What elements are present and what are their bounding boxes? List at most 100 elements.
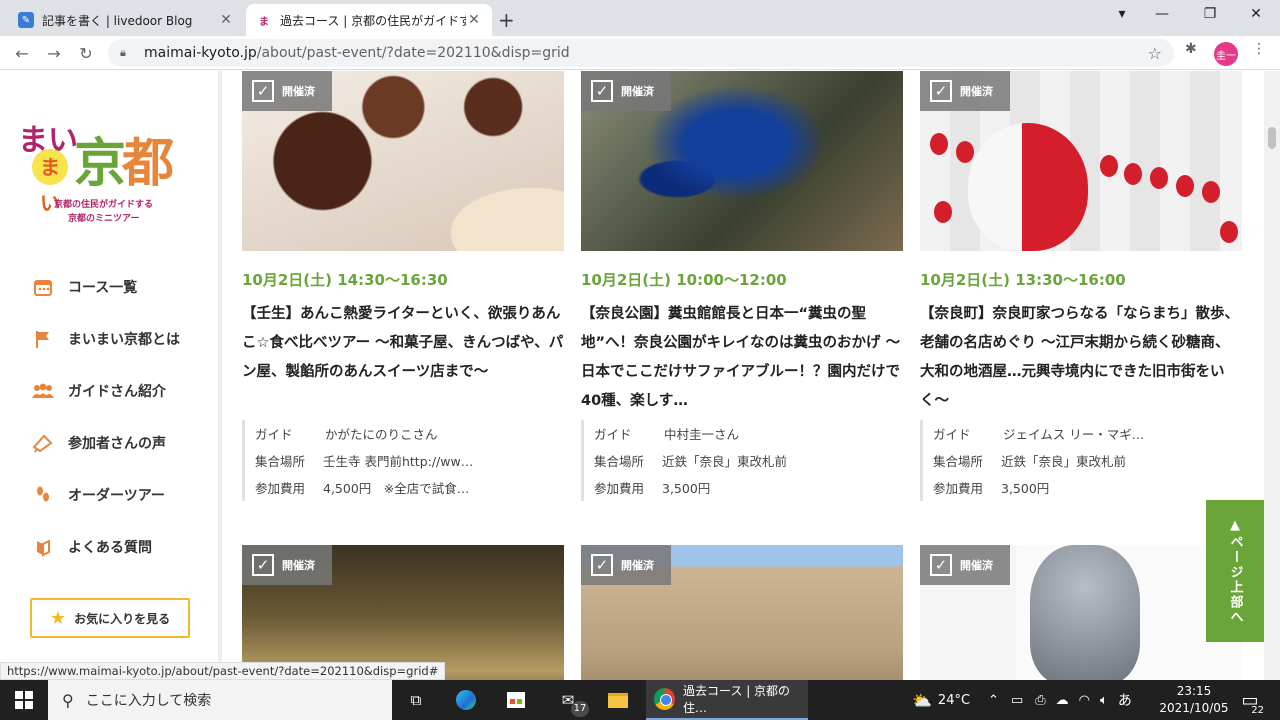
nav-label: オーダーツアー [68,488,165,504]
meta-label-fee: 参加費用 [255,481,306,496]
back-icon[interactable]: ← [10,41,34,65]
event-title[interactable]: 【奈良公園】糞虫館館長と日本一“糞虫の聖地”へ！奈良公園がキレイなのは糞虫のおか… [581,300,903,416]
page-top-button[interactable]: ▲ ページ上部へ [1206,500,1264,642]
event-guide: ジェイムス リー・マギ… [1003,427,1145,442]
site-logo[interactable]: まい まい 京都 京都の住民がガイドする 京都のミニツアー [18,115,203,235]
scrollbar-thumb[interactable] [1268,127,1276,149]
start-button[interactable] [0,680,48,720]
event-card[interactable]: ✓ 開催済 10月2日(土) 13:30〜16:00 【奈良町】奈良町家つらなる「… [920,71,1242,501]
blog-favicon-icon: ✎ [18,12,34,28]
volume-icon[interactable]: 🔈︎ [1100,693,1108,708]
ime-indicator[interactable]: あ [1118,690,1132,710]
event-card[interactable]: ✓ 開催済 [242,545,564,680]
tab-livedoor-blog[interactable]: ✎ 記事を書く | livedoor Blog ✕ [8,4,244,36]
event-photo-tunnel[interactable]: ✓ 開催済 [242,545,564,680]
held-badge: ✓ 開催済 [920,71,1010,111]
nav-label: コース一覧 [68,280,138,296]
bookmark-star-icon[interactable]: ☆ [1148,44,1162,63]
event-card[interactable]: ✓ 開催済 [581,545,903,680]
event-photo-statue[interactable]: ✓ 開催済 [920,545,1242,680]
page-top-label: ページ上部へ [1227,534,1243,625]
taskbar-chrome-window[interactable]: 過去コース | 京都の住… [646,680,808,720]
meta-label-guide: ガイド [255,427,293,442]
weather-icon[interactable]: ⛅ [912,691,932,710]
meta-label-fee: 参加費用 [594,481,645,496]
meta-label-guide: ガイド [594,427,632,442]
lantern-shape [956,141,974,163]
chrome-window-title: 過去コース | 京都の住… [682,684,791,715]
address-bar[interactable]: 🔒︎ maimai-kyoto.jp/about/past-event/?dat… [108,39,1174,67]
event-title[interactable]: 【奈良町】奈良町家つらなる「ならまち」散歩、老舗の名店めぐり 〜江戸末期から続く… [920,300,1242,416]
event-title[interactable]: 【壬生】あんこ熱愛ライターといく、欲張りあんこ☆食べ比べツアー 〜和菓子屋、きん… [242,300,564,416]
notification-center[interactable]: ▭ 22 [1238,688,1264,716]
meta-label-guide: ガイド [933,427,971,442]
event-date: 10月2日(土) 14:30〜16:30 [242,271,448,289]
cloud-icon[interactable]: ☁ [1056,693,1069,708]
badge-label: 開催済 [960,559,993,572]
event-photo-anko[interactable]: ✓ 開催済 [242,71,564,251]
event-photo-dung-beetle[interactable]: ✓ 開催済 [581,71,903,251]
browser-toolbar: ← → ↻ 🔒︎ maimai-kyoto.jp/about/past-even… [0,36,1280,70]
nav-course-list[interactable]: コース一覧 [30,261,180,313]
clock-time: 23:15 [1176,684,1212,698]
nav-order-tour[interactable]: オーダーツアー [30,469,180,521]
taskbar-clock[interactable]: 23:15 2021/10/05 [1158,683,1230,717]
event-card[interactable]: ✓ 開催済 [920,545,1242,680]
event-photo-naramachi[interactable]: ✓ 開催済 [920,71,1242,251]
battery-icon[interactable]: ▭ [1011,693,1023,708]
arrow-up-icon: ▲ [1227,517,1243,535]
meet-icon[interactable]: ⎙ [1035,693,1045,708]
tab-past-course[interactable]: ま 過去コース | 京都の住民がガイドする ✕ [246,4,492,36]
temperature[interactable]: 24°C [938,693,970,708]
logo-tagline-2: 京都のミニツアー [68,214,140,224]
star-icon: ★ [49,607,67,629]
lantern-shape [930,133,948,155]
held-badge: ✓ 開催済 [920,545,1010,585]
view-favorites-button[interactable]: ★ お気に入りを見る [30,598,190,638]
lantern-shape [1176,175,1194,197]
system-tray: ⛅ 24°C ⌃ ▭ ⎙ ☁ ◠ 🔈︎ あ [912,680,1132,720]
people-icon [30,380,56,402]
nav-voices[interactable]: 参加者さんの声 [30,417,180,469]
checkbox-icon: ✓ [591,554,613,576]
profile-dropdown-icon[interactable]: ▾ [1110,6,1134,22]
profile-avatar[interactable]: 圭一 [1214,42,1238,66]
edge-icon[interactable] [454,688,478,712]
task-view-icon[interactable]: ⧉ [404,688,428,712]
menu-icon[interactable]: ⋮ [1252,41,1266,57]
lantern-shape [934,201,952,223]
new-tab-button[interactable]: + [498,8,515,32]
event-photo-building[interactable]: ✓ 開催済 [581,545,903,680]
event-card[interactable]: ✓ 開催済 10月2日(土) 10:00〜12:00 【奈良公園】糞虫館館長と日本… [581,71,903,501]
window-close-icon[interactable]: ✕ [1244,6,1268,22]
clock-date: 2021/10/05 [1159,701,1229,715]
nav-guides[interactable]: ガイドさん紹介 [30,365,180,417]
nav-about[interactable]: まいまい京都とは [30,313,180,365]
minimize-icon[interactable]: — [1150,6,1174,22]
status-url: https://www.maimai-kyoto.jp/about/past-e… [0,662,446,680]
taskbar-search[interactable]: ⚲ ここに入力して検索 [48,680,392,720]
store-icon[interactable] [504,688,528,712]
tab-close-icon[interactable]: ✕ [466,12,482,28]
nav-label: 参加者さんの声 [68,436,166,452]
nav-label: まいまい京都とは [68,332,180,348]
tray-chevron-icon[interactable]: ⌃ [988,693,999,708]
event-place: 近鉄「奈良」東改札前 [1001,454,1127,469]
fav-button-label: お気に入りを見る [74,611,171,626]
logo-tagline-1: 京都の住民がガイドする [54,200,154,210]
event-meta: ガイド かがたにのりこさん 集合場所 壬生寺 表門前http://ww… 参加費用 4… [242,420,564,501]
tab-close-icon[interactable]: ✕ [218,12,234,28]
wifi-icon[interactable]: ◠ [1079,693,1090,708]
badge-label: 開催済 [621,85,654,98]
logo-to: 都 [122,134,174,194]
maximize-icon[interactable]: ❐ [1198,6,1222,22]
forward-icon[interactable]: → [42,41,66,65]
nav-faq[interactable]: よくある質問 [30,521,180,573]
file-explorer-icon[interactable] [606,688,630,712]
mail-badge: 17 [571,701,589,717]
reload-icon[interactable]: ↻ [74,41,98,65]
extensions-icon[interactable]: ✱ [1185,41,1197,57]
event-card[interactable]: ✓ 開催済 10月2日(土) 14:30〜16:30 【壬生】あんこ熱愛ライターと… [242,71,564,501]
page-scrollbar[interactable] [1264,71,1280,680]
nav-label: ガイドさん紹介 [68,384,166,400]
